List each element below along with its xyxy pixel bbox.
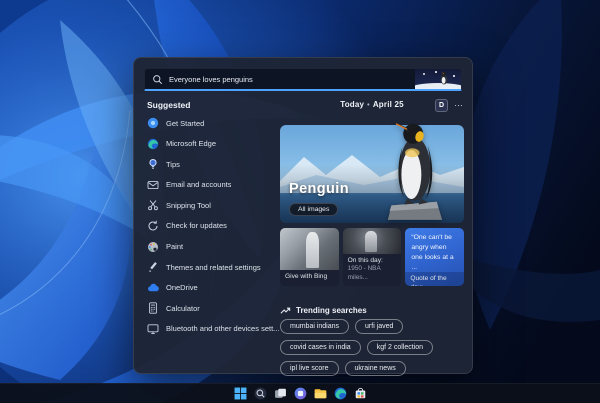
suggested-item-get-started[interactable]: Get Started xyxy=(147,117,279,129)
themes-icon xyxy=(149,262,157,273)
trending-chip[interactable]: urfi javed xyxy=(355,319,404,334)
suggested-item-microsoft-edge[interactable]: Microsoft Edge xyxy=(147,138,279,150)
penguin-image xyxy=(387,121,443,220)
on-this-day-card[interactable]: On this day: 1950 - NBA miles... xyxy=(342,228,402,286)
cards-row: Give with Bing On this day: 1950 - NBA m… xyxy=(280,228,465,286)
trending-chip[interactable]: mumbai indians xyxy=(280,319,350,334)
suggested-item-paint[interactable]: Paint xyxy=(147,241,279,253)
search-box[interactable] xyxy=(144,68,462,91)
trending-chip[interactable]: ukraine news xyxy=(344,361,406,376)
tips-icon xyxy=(149,159,157,169)
edge-icon[interactable] xyxy=(334,387,347,400)
date-separator: • xyxy=(367,102,370,109)
trending-chip[interactable]: ipl live score xyxy=(280,361,339,376)
snipping-tool-icon xyxy=(148,200,158,211)
file-explorer-icon[interactable] xyxy=(314,387,327,400)
date-value: April 25 xyxy=(372,100,404,109)
hero-title: Penguin xyxy=(289,181,349,197)
onedrive-icon xyxy=(148,283,159,291)
suggested-list: Get Started Microsoft Edge Tips Email an… xyxy=(147,117,279,344)
calculator-icon xyxy=(149,302,157,314)
suggested-item-onedrive[interactable]: OneDrive xyxy=(147,282,279,294)
card-title: On this day: xyxy=(347,256,383,264)
suggested-item-email-accounts[interactable]: Email and accounts xyxy=(147,179,279,191)
card-title: Quote of the day: xyxy=(410,275,447,286)
hero-card-wrap: Penguin All images xyxy=(280,121,464,223)
suggested-item-check-updates[interactable]: Check for updates xyxy=(147,220,279,232)
card-subtitle: 1950 - NBA miles... xyxy=(347,265,381,281)
penguin-night-decoration-icon xyxy=(415,69,461,89)
suggested-item-bluetooth-devices[interactable]: Bluetooth and other devices sett... xyxy=(147,323,279,335)
trending-title: Trending searches xyxy=(296,306,367,315)
trending-chip[interactable]: covid cases in india xyxy=(280,340,361,355)
search-icon xyxy=(153,74,163,84)
give-with-bing-image xyxy=(280,228,339,271)
on-this-day-image xyxy=(342,228,402,254)
updates-icon xyxy=(148,220,158,231)
today-label: Today xyxy=(340,100,365,109)
more-options-button[interactable]: … xyxy=(454,98,464,108)
suggested-item-calculator[interactable]: Calculator xyxy=(147,302,279,314)
taskbar-search-icon[interactable] xyxy=(254,387,267,400)
quote-text: “One can't be angry when one looks at a … xyxy=(411,234,454,271)
trending-chip[interactable]: kgf 2 collection xyxy=(366,340,434,355)
microsoft-store-icon[interactable] xyxy=(354,387,367,400)
trending-up-icon xyxy=(280,307,291,314)
start-button-icon[interactable] xyxy=(234,387,247,400)
get-started-icon xyxy=(147,117,159,129)
widgets-icon[interactable] xyxy=(294,387,307,400)
search-panel: Suggested Today•April 25 D … Get Started… xyxy=(133,57,473,376)
suggested-item-themes[interactable]: Themes and related settings xyxy=(147,261,279,273)
task-view-icon[interactable] xyxy=(274,387,287,400)
give-with-bing-card[interactable]: Give with Bing xyxy=(280,228,339,286)
bluetooth-icon xyxy=(147,324,159,334)
trending-chips: mumbai indians urfi javed covid cases in… xyxy=(280,319,470,376)
all-images-button[interactable]: All images xyxy=(289,203,339,216)
card-title: Give with Bing xyxy=(285,273,328,281)
quote-of-the-day-card[interactable]: “One can't be angry when one looks at a … xyxy=(405,228,465,286)
email-icon xyxy=(147,180,159,189)
trending-header: Trending searches xyxy=(280,305,367,316)
paint-icon xyxy=(148,241,158,252)
microsoft-edge-icon xyxy=(147,138,159,149)
suggested-heading: Suggested xyxy=(147,100,191,110)
taskbar xyxy=(0,383,600,403)
suggested-item-snipping-tool[interactable]: Snipping Tool xyxy=(147,199,279,211)
desktop: Suggested Today•April 25 D … Get Started… xyxy=(0,0,600,403)
suggested-item-tips[interactable]: Tips xyxy=(147,158,279,170)
